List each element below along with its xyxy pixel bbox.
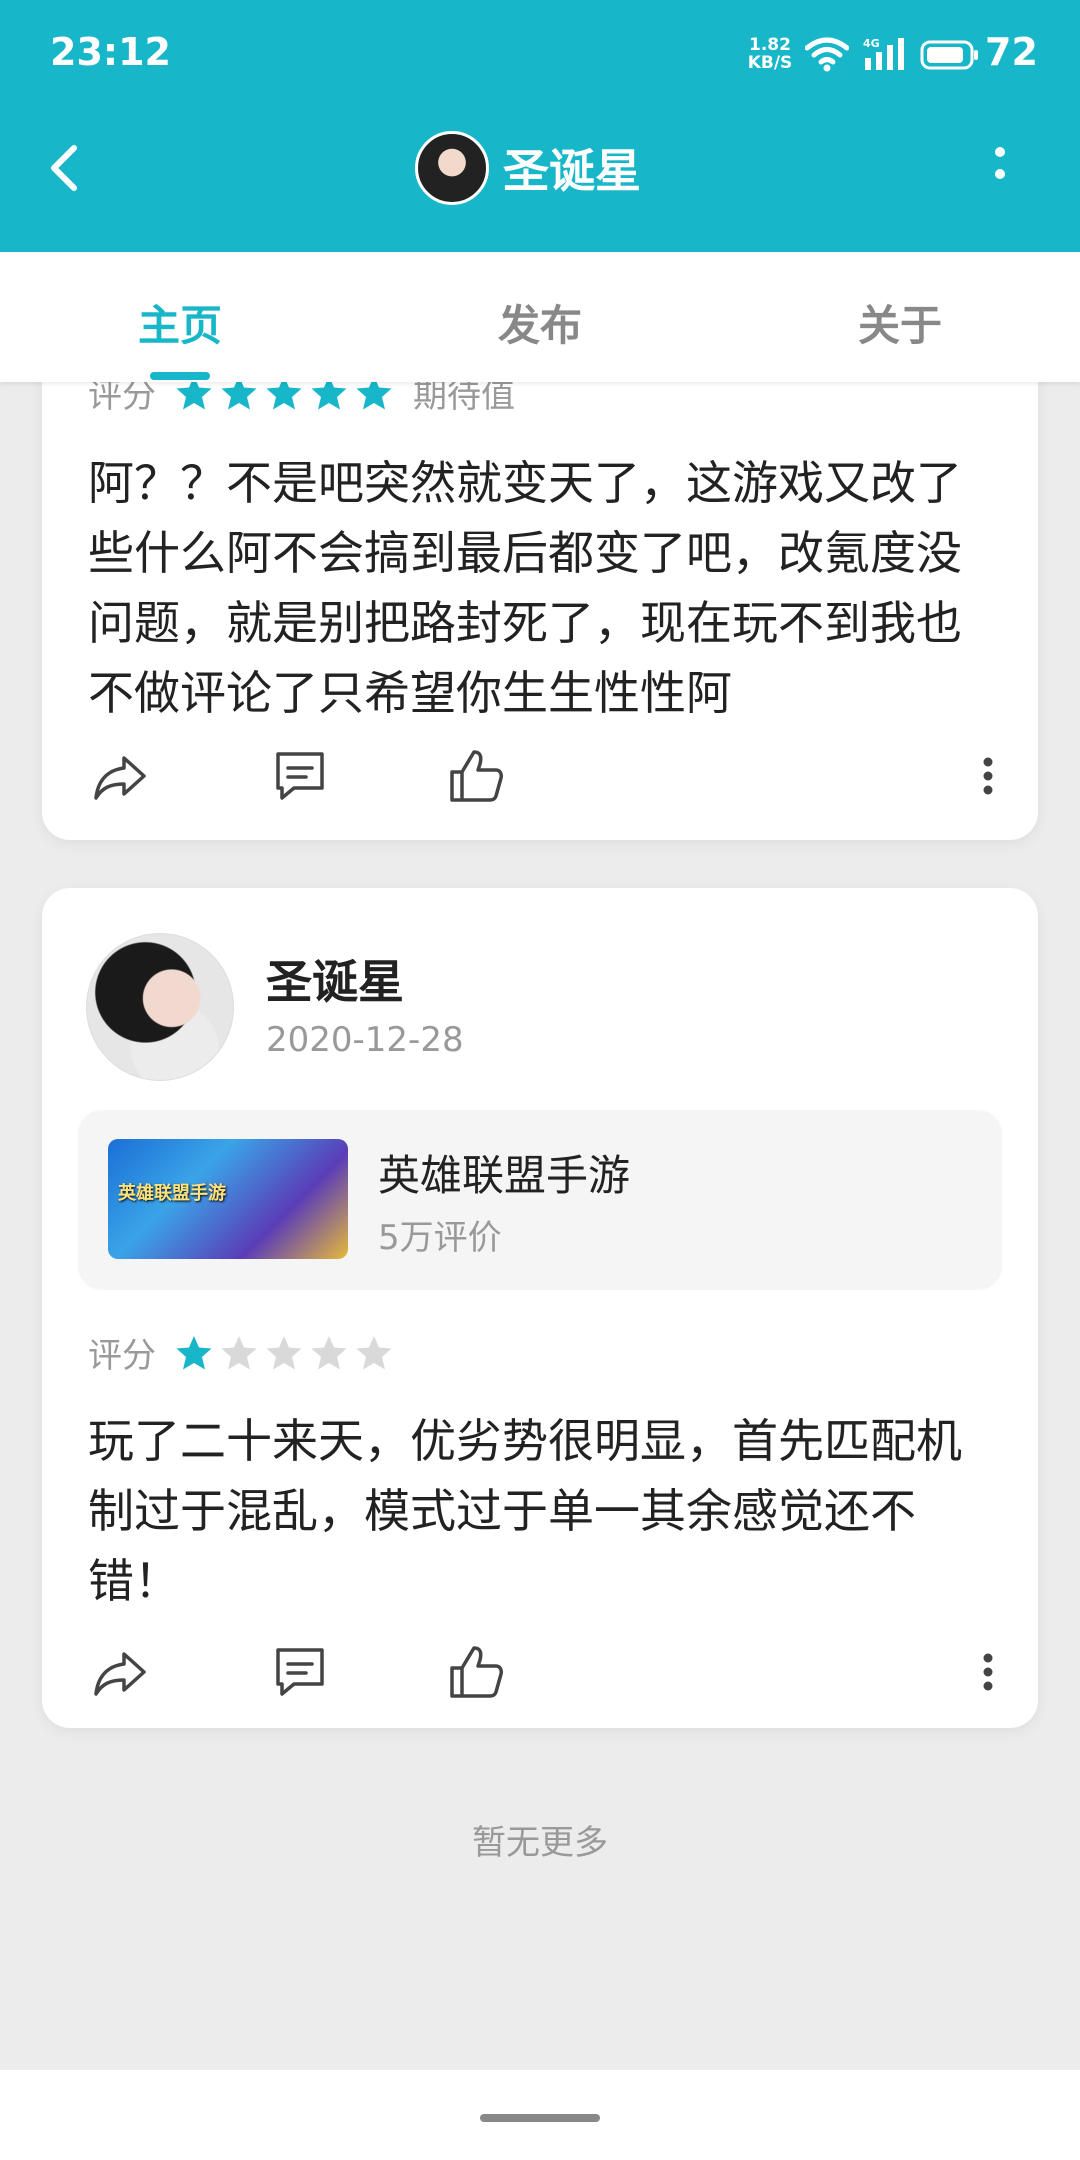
- profile-title: 圣诞星: [415, 130, 641, 206]
- avatar[interactable]: [415, 131, 489, 205]
- page-title: 圣诞星: [503, 144, 641, 198]
- tab-home[interactable]: 主页: [60, 292, 300, 353]
- game-thumbnail-logo: 英雄联盟手游: [118, 1183, 226, 1204]
- star-icon: [311, 1335, 347, 1369]
- author-name[interactable]: 圣诞星: [266, 946, 404, 1012]
- post-more-icon[interactable]: [968, 1640, 1008, 1704]
- like-icon[interactable]: [444, 1640, 508, 1704]
- game-card[interactable]: 英雄联盟手游 英雄联盟手游 5万评价: [78, 1110, 1002, 1290]
- like-icon[interactable]: [444, 744, 508, 808]
- status-bar: 23:12 1.82 KB/S 4G 72: [0, 0, 1080, 108]
- star-icon: [221, 1335, 257, 1369]
- rating-row: 评分: [88, 1328, 399, 1377]
- home-indicator[interactable]: [480, 2114, 600, 2122]
- post-more-icon[interactable]: [968, 744, 1008, 808]
- app-bar: 圣诞星: [0, 108, 1080, 252]
- status-time: 23:12: [50, 30, 171, 74]
- game-review-count: 5万评价: [378, 1218, 502, 1258]
- comment-icon[interactable]: [268, 744, 332, 808]
- tab-indicator: [150, 372, 210, 380]
- star-icon: [356, 1335, 392, 1369]
- comment-icon[interactable]: [268, 1640, 332, 1704]
- post-date: 2020-12-28: [266, 1020, 464, 1060]
- battery-icon: [920, 40, 978, 70]
- tab-bar: 主页 发布 关于: [0, 252, 1080, 382]
- post-actions: [88, 1640, 1008, 1704]
- tab-publish[interactable]: 发布: [420, 292, 660, 353]
- star-icon: [176, 1335, 212, 1369]
- more-vertical-icon[interactable]: [980, 138, 1020, 198]
- wifi-icon: [805, 37, 849, 72]
- post-card: 圣诞星 2020-12-28 英雄联盟手游 英雄联盟手游 5万评价 评分 玩了二…: [42, 888, 1038, 1728]
- star-rating: [174, 1333, 399, 1373]
- battery-level: 72: [985, 30, 1038, 74]
- game-thumbnail: 英雄联盟手游: [108, 1139, 348, 1259]
- share-icon[interactable]: [88, 1640, 152, 1704]
- end-of-list-note: 暂无更多: [472, 1823, 608, 1863]
- system-nav-bar: [0, 2070, 1080, 2160]
- rating-label: 评分: [88, 1336, 156, 1376]
- review-text: 阿？？不是吧突然就变天了，这游戏又改了些什么阿不会搞到最后都变了吧，改氪度没问题…: [88, 456, 962, 720]
- game-name: 英雄联盟手游: [378, 1151, 631, 1200]
- tab-about[interactable]: 关于: [780, 292, 1020, 353]
- star-icon: [266, 1335, 302, 1369]
- post-actions: [88, 744, 1008, 808]
- network-type-label: 4G: [863, 37, 880, 50]
- cellular-signal-icon: 4G: [863, 37, 904, 70]
- share-icon[interactable]: [88, 744, 152, 808]
- network-speed: 1.82 KB/S: [747, 35, 793, 73]
- back-arrow-icon[interactable]: [38, 138, 98, 198]
- header: 23:12 1.82 KB/S 4G 72 圣诞星: [0, 0, 1080, 252]
- author-avatar[interactable]: [86, 933, 234, 1081]
- review-text: 玩了二十来天，优劣势很明显，首先匹配机制过于混乱，模式过于单一其余感觉还不错！: [88, 1414, 962, 1608]
